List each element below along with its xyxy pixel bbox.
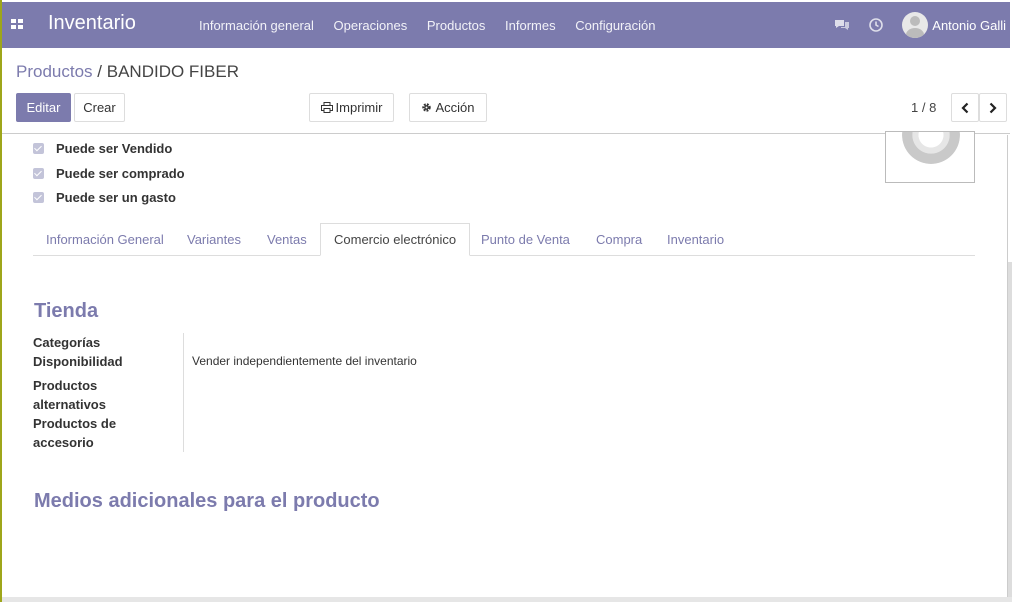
navbar-right: Antonio Galli — [834, 11, 1006, 39]
chevron-left-icon — [961, 102, 969, 113]
menu-item-informacion-general[interactable]: Información general — [199, 18, 314, 33]
menu-item-configuracion[interactable]: Configuración — [575, 18, 655, 33]
checkbox-label: Puede ser un gasto — [56, 190, 176, 205]
clock-icon[interactable] — [868, 17, 884, 33]
pager-value[interactable]: 1 / 8 — [911, 100, 936, 115]
field-label-accessory-products: Productos de accesorio — [33, 414, 163, 452]
create-button[interactable]: Crear — [74, 93, 125, 122]
tab-ventas[interactable]: Ventas — [254, 223, 320, 256]
print-button-label: Imprimir — [335, 100, 383, 115]
apps-icon[interactable] — [11, 19, 24, 31]
menu-item-productos[interactable]: Productos — [427, 18, 486, 33]
tab-inventario[interactable]: Inventario — [654, 223, 737, 256]
field-label-categories: Categorías — [33, 335, 101, 350]
breadcrumb: Productos / BANDIDO FIBER — [16, 62, 239, 82]
menu-item-operaciones[interactable]: Operaciones — [334, 18, 408, 33]
top-navbar: Inventario Información general Operacion… — [2, 2, 1010, 48]
form-tabs: Información General Variantes Ventas Com… — [33, 223, 975, 256]
product-image[interactable] — [885, 131, 975, 183]
tab-compra[interactable]: Compra — [583, 223, 655, 256]
field-separator — [183, 333, 184, 452]
field-label-line: alternativos — [33, 397, 106, 412]
chevron-right-icon — [989, 102, 997, 113]
bottom-bar — [2, 597, 1012, 602]
tab-punto-de-venta[interactable]: Punto de Venta — [468, 223, 583, 256]
tab-comercio-electronico[interactable]: Comercio electrónico — [320, 223, 471, 256]
edit-button[interactable]: Editar — [16, 93, 71, 122]
product-image-preview — [902, 132, 960, 164]
pager-next-button[interactable] — [979, 93, 1007, 122]
checkbox-can-be-expensed[interactable]: Puede ser un gasto — [33, 190, 176, 205]
action-button-label: Acción — [435, 100, 475, 115]
gear-icon — [422, 103, 432, 112]
user-name[interactable]: Antonio Galli — [932, 18, 1006, 33]
tab-variantes[interactable]: Variantes — [174, 223, 254, 256]
control-panel: Productos / BANDIDO FIBER Editar Crear I… — [2, 48, 1010, 134]
app-title: Inventario — [48, 12, 136, 34]
user-avatar[interactable] — [902, 12, 929, 38]
availability-value[interactable]: Vender independientemente del inventario — [192, 354, 417, 368]
checkbox-can-be-purchased[interactable]: Puede ser comprado — [33, 166, 185, 181]
shop-section-title: Tienda — [34, 300, 99, 322]
action-button[interactable]: Acción — [409, 93, 487, 122]
field-label-alternative-products: Productos alternativos — [33, 376, 163, 414]
checkbox-icon[interactable] — [33, 192, 44, 203]
scrollbar[interactable] — [1008, 262, 1012, 597]
chat-icon[interactable] — [834, 17, 850, 33]
field-label-line: Productos de — [33, 416, 117, 431]
print-button[interactable]: Imprimir — [309, 93, 394, 122]
form-sheet: Puede ser Vendido Puede ser comprado Pue… — [2, 131, 1008, 597]
checkbox-label: Puede ser Vendido — [56, 141, 173, 156]
field-label-line: accesorio — [33, 435, 94, 450]
checkbox-icon[interactable] — [33, 168, 44, 179]
tab-informacion-general[interactable]: Información General — [33, 223, 177, 256]
breadcrumb-current: BANDIDO FIBER — [106, 62, 239, 81]
checkbox-icon[interactable] — [33, 143, 44, 154]
media-section-title: Medios adicionales para el producto — [34, 490, 380, 512]
main-menu: Información general Operaciones Producto… — [199, 18, 671, 33]
field-label-line: Productos — [33, 378, 98, 393]
breadcrumb-separator: / — [97, 62, 103, 81]
menu-item-informes[interactable]: Informes — [505, 18, 556, 33]
checkbox-label: Puede ser comprado — [56, 166, 185, 181]
checkbox-can-be-sold[interactable]: Puede ser Vendido — [33, 141, 172, 156]
breadcrumb-parent[interactable]: Productos — [16, 62, 93, 81]
pager-previous-button[interactable] — [951, 93, 979, 122]
print-icon — [320, 102, 333, 113]
field-label-availability: Disponibilidad — [33, 354, 123, 369]
